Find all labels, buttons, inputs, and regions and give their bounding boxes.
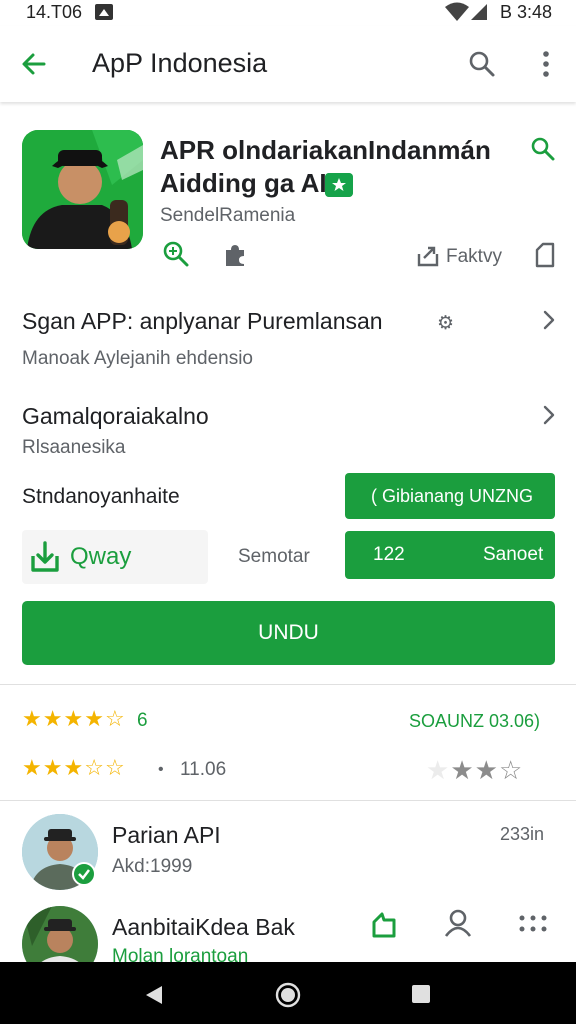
review-time-0: 233in	[500, 824, 545, 844]
green-action-button[interactable]: ( Gibianang UNZNG	[345, 473, 555, 519]
nav-home-icon[interactable]	[275, 982, 301, 1008]
thumb-icon[interactable]	[370, 910, 398, 940]
star-empty-icon: ☆	[104, 755, 126, 780]
rating-right-text[interactable]: SOAUNZ 03.06)	[409, 711, 540, 732]
star-half-icon: ☆	[84, 755, 105, 780]
star-icon[interactable]: ★	[475, 755, 499, 785]
bullet-icon: •	[158, 761, 164, 778]
middle-label: Semotar	[238, 546, 310, 567]
rating-value: 11.06	[180, 759, 227, 780]
search-icon[interactable]	[530, 136, 556, 162]
quick-install-label: Qway	[70, 543, 132, 570]
review-name-0[interactable]: Parian API	[112, 822, 221, 849]
star-icon: ★	[22, 706, 43, 731]
star-half-icon: ☆	[104, 706, 126, 731]
app-icon	[22, 130, 143, 249]
divider	[0, 800, 576, 801]
count-button[interactable]: 122 Sanoet	[345, 531, 555, 579]
status-bar: 14.T06 B 3:48	[0, 0, 576, 26]
status-time: 14.T06	[26, 2, 83, 22]
back-arrow-icon[interactable]	[20, 50, 48, 78]
install-button[interactable]: UNDU	[22, 601, 555, 665]
rating-stars-row-2: ★★★☆☆	[22, 755, 126, 781]
signal-icon	[471, 4, 487, 20]
search-icon[interactable]	[468, 50, 496, 78]
editors-choice-badge-icon	[325, 173, 353, 197]
chevron-right-icon[interactable]	[540, 309, 558, 331]
divider	[0, 684, 576, 685]
grid-dots-icon[interactable]	[518, 914, 548, 934]
puzzle-icon[interactable]	[222, 242, 248, 268]
row-title-0[interactable]: Sgan APP: anplyanar Puremlansan	[22, 308, 383, 335]
system-nav-bar	[0, 962, 576, 1024]
share-label[interactable]: Faktvy	[446, 246, 502, 268]
app-title-line2: Aidding ga AIP	[160, 168, 344, 198]
download-icon	[31, 541, 59, 572]
quick-install-box[interactable]: Qway	[22, 530, 208, 584]
count-value: 122	[373, 544, 405, 565]
share-icon[interactable]	[416, 244, 440, 268]
chevron-right-icon[interactable]	[540, 404, 558, 426]
star-icon: ★	[42, 755, 64, 780]
star-icon: ★	[63, 706, 85, 731]
star-empty-icon[interactable]: ☆	[499, 755, 523, 785]
more-vert-icon[interactable]	[536, 48, 556, 80]
developer-name[interactable]: SendelRamenia	[160, 205, 295, 227]
row-subtitle-1: Rlsaanesika	[22, 437, 126, 458]
star-icon: ★	[84, 706, 105, 731]
review-sub-0: Akd:1999	[112, 856, 193, 877]
row-subtitle-0: Manoak Aylejanih ehdensio	[22, 348, 253, 369]
settings-small-icon: ⚙	[437, 313, 455, 334]
person-icon[interactable]	[443, 908, 473, 938]
nav-recents-icon[interactable]	[412, 985, 430, 1003]
count-right-label: Sanoet	[483, 544, 544, 565]
star-icon[interactable]: ★	[450, 755, 474, 785]
star-icon[interactable]: ★	[426, 755, 450, 785]
page-title: ApP Indonesia	[92, 48, 268, 78]
review-name-1[interactable]: AanbitaiKdea Bak	[112, 914, 295, 941]
rating-stars-row-1: ★★★★☆	[22, 706, 126, 732]
action-label: Stndanoyanhaite	[22, 485, 180, 508]
status-right-text: B 3:48	[500, 2, 553, 22]
zoom-icon[interactable]	[162, 240, 190, 268]
star-icon: ★	[63, 755, 85, 780]
check-icon	[72, 862, 96, 886]
app-title-line1: APR olndariakanIndanmán	[160, 135, 491, 165]
star-icon: ★	[22, 755, 43, 780]
row-title-1[interactable]: Gamalqoraiakalno	[22, 403, 209, 430]
wifi-icon	[445, 2, 469, 21]
app-bar: ApP Indonesia	[0, 26, 576, 102]
image-notification-icon	[95, 4, 113, 20]
rating-score: 6	[137, 710, 148, 731]
nav-back-icon[interactable]	[144, 984, 164, 1006]
user-rating-stars[interactable]: ★★★☆	[426, 755, 523, 786]
star-icon: ★	[42, 706, 64, 731]
bookmark-icon[interactable]	[534, 242, 556, 268]
